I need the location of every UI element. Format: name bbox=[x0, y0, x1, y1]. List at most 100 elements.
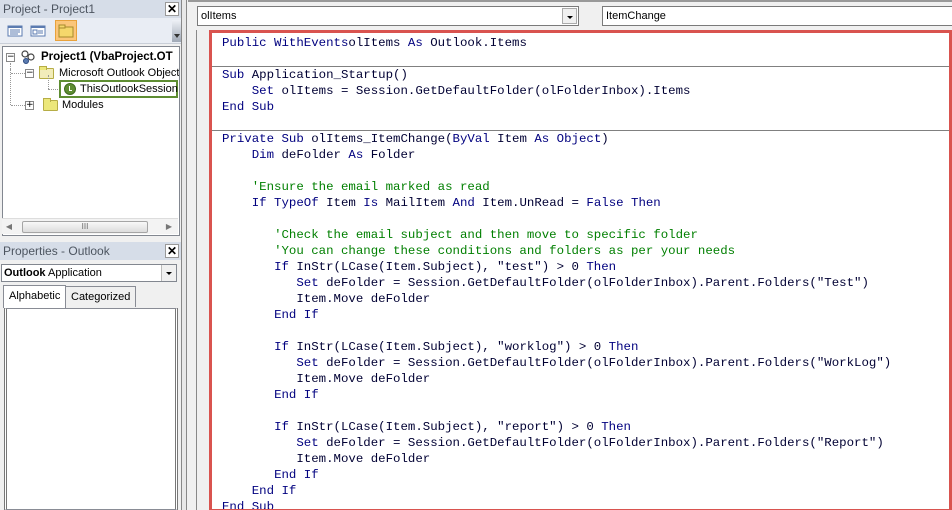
code-line[interactable]: End If bbox=[222, 483, 891, 499]
code-text: Item.UnRead = bbox=[474, 196, 587, 210]
code-line[interactable]: Public WithEventsolItems As Outlook.Item… bbox=[222, 35, 891, 51]
code-line[interactable]: Item.Move deFolder bbox=[222, 291, 891, 307]
code-line[interactable]: 'Ensure the email marked as read bbox=[222, 179, 891, 195]
outlook-objects-label: Microsoft Outlook Object bbox=[59, 67, 180, 79]
scroll-left-icon[interactable]: ◀ bbox=[4, 222, 14, 232]
view-code-button[interactable] bbox=[4, 20, 26, 41]
code-line[interactable] bbox=[222, 211, 891, 227]
code-text: Folder bbox=[363, 148, 416, 162]
code-keyword: End If bbox=[251, 484, 297, 498]
toolbar-overflow-button[interactable] bbox=[172, 20, 181, 42]
code-keyword: As bbox=[348, 148, 364, 162]
code-keyword: Sub bbox=[222, 68, 245, 82]
code-line[interactable]: Sub Application_Startup() bbox=[222, 67, 891, 83]
code-text: Item bbox=[489, 132, 535, 146]
code-line[interactable]: Item.Move deFolder bbox=[222, 451, 891, 467]
code-keyword: Then bbox=[586, 260, 617, 274]
code-line[interactable] bbox=[222, 323, 891, 339]
code-keyword: Dim bbox=[251, 148, 275, 162]
code-text: Item.Move deFolder bbox=[296, 372, 431, 386]
code-line[interactable]: Set olItems = Session.GetDefaultFolder(o… bbox=[222, 83, 891, 99]
procedure-separator bbox=[212, 66, 949, 67]
code-editor[interactable]: Public WithEventsolItems As Outlook.Item… bbox=[209, 30, 952, 510]
chevron-down-icon[interactable] bbox=[562, 8, 577, 24]
code-line[interactable]: If InStr(LCase(Item.Subject), "test") > … bbox=[222, 259, 891, 275]
code-line[interactable]: Set deFolder = Session.GetDefaultFolder(… bbox=[222, 435, 891, 451]
tree-node-modules[interactable]: + Modules bbox=[3, 69, 179, 113]
code-line[interactable]: Set deFolder = Session.GetDefaultFolder(… bbox=[222, 355, 891, 371]
code-line[interactable] bbox=[222, 115, 891, 131]
view-object-icon bbox=[30, 25, 46, 37]
code-line[interactable]: 'Check the email subject and then move t… bbox=[222, 227, 891, 243]
code-keyword: If bbox=[274, 260, 289, 274]
code-line[interactable] bbox=[222, 403, 891, 419]
code-line[interactable] bbox=[222, 51, 891, 67]
tree-node-project[interactable]: − Project1 (VbaProject.OT bbox=[3, 49, 179, 65]
code-keyword: Set bbox=[296, 436, 319, 450]
project-explorer-title: Project - Project1 bbox=[3, 2, 96, 16]
code-text: olItems = Session.GetDefaultFolder(olFol… bbox=[274, 84, 691, 98]
this-outlook-session-label: ThisOutlookSession bbox=[80, 83, 178, 95]
code-keyword: Then bbox=[601, 420, 631, 434]
code-line[interactable]: End If bbox=[222, 307, 891, 323]
object-select[interactable]: olItems bbox=[197, 6, 579, 26]
scroll-thumb[interactable]: III bbox=[22, 221, 148, 233]
modules-label: Modules bbox=[62, 99, 104, 111]
properties-grid[interactable] bbox=[4, 308, 178, 510]
pane-splitter[interactable] bbox=[181, 0, 187, 510]
code-line[interactable]: End Sub bbox=[222, 99, 891, 115]
collapse-icon[interactable]: − bbox=[6, 53, 15, 62]
code-line[interactable]: Item.Move deFolder bbox=[222, 371, 891, 387]
code-keyword: If bbox=[274, 340, 289, 354]
code-line[interactable]: Dim deFolder As Folder bbox=[222, 147, 891, 163]
code-line[interactable]: End If bbox=[222, 467, 891, 483]
chevron-down-icon[interactable] bbox=[161, 265, 176, 281]
code-line[interactable]: If InStr(LCase(Item.Subject), "report") … bbox=[222, 419, 891, 435]
procedure-select[interactable]: ItemChange bbox=[602, 6, 952, 26]
tree-node-outlook-objects[interactable]: − Microsoft Outlook Object bbox=[3, 63, 180, 81]
outlook-session-icon bbox=[64, 83, 76, 95]
code-line[interactable]: 'You can change these conditions and fol… bbox=[222, 243, 891, 259]
code-line[interactable]: Private Sub olItems_ItemChange(ByVal Ite… bbox=[222, 131, 891, 147]
scroll-right-icon[interactable]: ▶ bbox=[164, 222, 174, 232]
code-line[interactable]: End If bbox=[222, 387, 891, 403]
procedure-select-value: ItemChange bbox=[606, 10, 666, 22]
code-line[interactable]: End Sub bbox=[222, 499, 891, 509]
properties-title-bar[interactable]: Properties - Outlook ✕ bbox=[0, 242, 181, 260]
tab-categorized[interactable]: Categorized bbox=[65, 286, 137, 307]
code-keyword: If bbox=[274, 420, 289, 434]
object-select-value: olItems bbox=[201, 10, 237, 22]
code-window: olItems ItemChange Public WithEventsolIt… bbox=[188, 0, 952, 510]
tree-line bbox=[11, 73, 25, 74]
code-line[interactable]: Set deFolder = Session.GetDefaultFolder(… bbox=[222, 275, 891, 291]
project-tree-hscrollbar[interactable]: ◀ III ▶ bbox=[2, 218, 178, 234]
code-keyword: End If bbox=[274, 308, 319, 322]
code-text: deFolder = Session.GetDefaultFolder(olFo… bbox=[318, 276, 869, 290]
code-line[interactable]: If TypeOf Item Is MailItem And Item.UnRe… bbox=[222, 195, 891, 211]
procedure-separator bbox=[212, 130, 949, 131]
code-comment: 'Ensure the email marked as read bbox=[251, 180, 490, 194]
code-keyword: False Then bbox=[586, 196, 661, 210]
toggle-folders-button[interactable] bbox=[55, 20, 77, 41]
close-icon[interactable]: ✕ bbox=[165, 2, 179, 16]
project-explorer-toolbar bbox=[0, 18, 181, 44]
code-text: Application_Startup() bbox=[244, 68, 408, 82]
tree-node-this-outlook-session[interactable]: ThisOutlookSession bbox=[59, 80, 178, 98]
properties-title: Properties - Outlook bbox=[3, 244, 110, 258]
expand-icon[interactable]: + bbox=[25, 101, 34, 110]
tab-alphabetic[interactable]: Alphabetic bbox=[3, 285, 67, 308]
left-panel: Project - Project1 ✕ − Project1 (VbaProj… bbox=[0, 0, 185, 510]
code-comment: 'You can change these conditions and fol… bbox=[274, 244, 736, 258]
code-line[interactable] bbox=[222, 163, 891, 179]
project-explorer-title-bar[interactable]: Project - Project1 ✕ bbox=[0, 0, 181, 18]
properties-object-select[interactable]: Outlook Application bbox=[1, 264, 177, 282]
object-name: Outlook bbox=[4, 267, 46, 279]
code-text: deFolder = Session.GetDefaultFolder(olFo… bbox=[318, 436, 884, 450]
close-icon[interactable]: ✕ bbox=[165, 244, 179, 258]
view-object-button[interactable] bbox=[27, 20, 49, 41]
code-text: Item.Move deFolder bbox=[296, 292, 431, 306]
tree-line bbox=[10, 69, 11, 105]
collapse-icon[interactable]: − bbox=[25, 69, 34, 78]
code-line[interactable]: If InStr(LCase(Item.Subject), "worklog")… bbox=[222, 339, 891, 355]
code-keyword: End If bbox=[274, 468, 319, 482]
